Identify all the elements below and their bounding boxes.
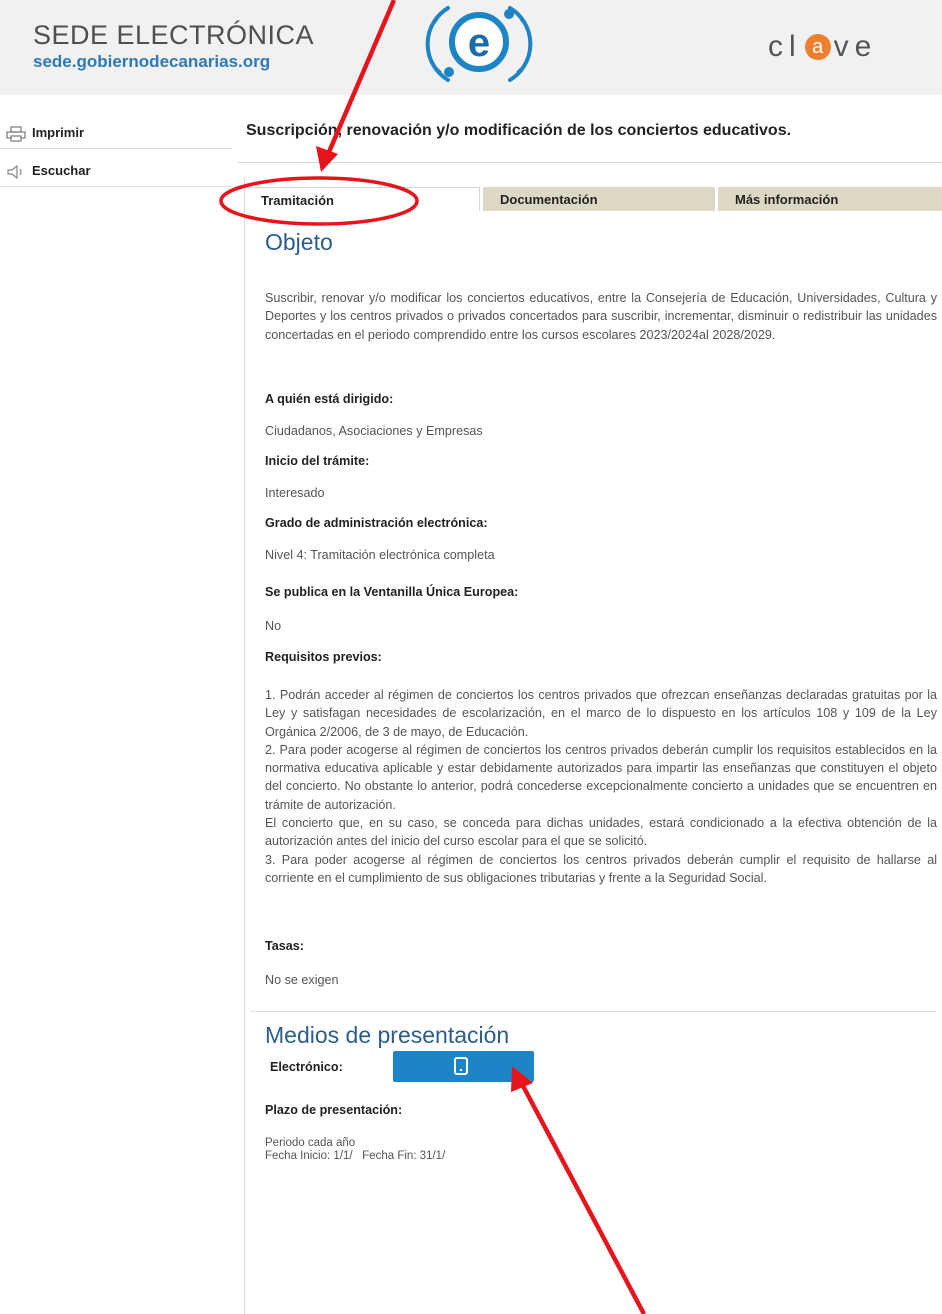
- ventanilla-value: No: [265, 619, 282, 633]
- dirigido-value: Ciudadanos, Asociaciones y Empresas: [265, 424, 483, 438]
- objeto-text: Suscribir, renovar y/o modificar los con…: [265, 291, 937, 342]
- requisito-item: 1. Podrán acceder al régimen de conciert…: [265, 688, 937, 739]
- electronico-label: Electrónico:: [270, 1060, 343, 1074]
- emblem-letter: e: [468, 21, 490, 65]
- site-title: SEDE ELECTRÓNICA: [33, 20, 315, 50]
- tab-tramitacion[interactable]: Tramitación: [244, 187, 480, 211]
- annotation-arrow-bottom: [520, 1082, 646, 1314]
- mobile-phone-icon: [454, 1057, 468, 1075]
- section-divider: [250, 1011, 936, 1012]
- plazo-value: Periodo cada año Fecha Inicio: 1/1/ Fech…: [265, 1137, 445, 1163]
- inicio-label: Inicio del trámite:: [265, 454, 370, 468]
- clave-logo: cl a ve: [768, 30, 878, 63]
- printer-icon: [6, 126, 26, 142]
- ventanilla-label: Se publica en la Ventanilla Única Europe…: [265, 585, 519, 599]
- page-title: Suscripción, renovación y/o modificación…: [246, 122, 792, 139]
- electronic-submission-button[interactable]: [393, 1051, 534, 1082]
- site-url-link[interactable]: sede.gobiernodecanarias.org: [33, 52, 270, 72]
- grado-label: Grado de administración electrónica:: [265, 516, 488, 530]
- requisito-item: 3. Para poder acogerse al régimen de con…: [265, 852, 937, 885]
- tasas-label: Tasas:: [265, 939, 304, 953]
- print-label: Imprimir: [32, 125, 85, 140]
- plazo-periodo: Periodo cada año: [265, 1137, 356, 1149]
- requisito-item: 2. Para poder acogerse al régimen de con…: [265, 742, 937, 812]
- inicio-value: Interesado: [265, 486, 325, 500]
- tab-documentacion[interactable]: Documentación: [483, 187, 715, 211]
- tasas-value: No se exigen: [265, 973, 339, 987]
- requisitos-list: 1. Podrán acceder al régimen de conciert…: [265, 686, 937, 887]
- requisitos-label: Requisitos previos:: [265, 650, 382, 664]
- speaker-icon: [7, 164, 22, 180]
- sidebar-print-button[interactable]: Imprimir: [0, 120, 232, 149]
- clave-at-icon: a: [804, 34, 831, 60]
- content-border: [244, 178, 245, 1314]
- sede-e-logo-icon: e: [425, 6, 533, 82]
- dirigido-label: A quién está dirigido:: [265, 392, 394, 406]
- listen-label: Escuchar: [32, 163, 91, 178]
- tab-mas-informacion[interactable]: Más información: [718, 187, 942, 211]
- objeto-heading: Objeto: [265, 229, 333, 255]
- plazo-fechas: Fecha Inicio: 1/1/ Fecha Fin: 31/1/: [265, 1150, 446, 1162]
- sidebar-listen-button[interactable]: Escuchar: [0, 158, 232, 187]
- grado-value: Nivel 4: Tramitación electrónica complet…: [265, 548, 495, 562]
- requisito-item: El concierto que, en su caso, se conceda…: [265, 816, 937, 849]
- arrow-head-top-icon: [316, 146, 338, 172]
- title-divider: [238, 162, 942, 163]
- medios-heading: Medios de presentación: [265, 1022, 510, 1048]
- site-header: SEDE ELECTRÓNICA sede.gobiernodecanarias…: [0, 0, 942, 95]
- plazo-label: Plazo de presentación:: [265, 1103, 403, 1117]
